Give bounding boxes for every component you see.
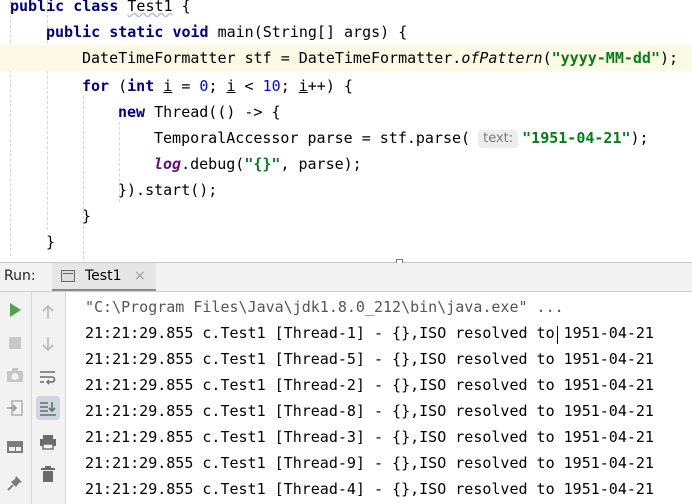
operator: = [280,49,290,67]
string-literal: "{}" [244,155,281,173]
soft-wrap-button[interactable] [36,365,60,389]
keyword: int [127,77,155,95]
print-icon [40,435,56,450]
keyword: void [172,23,209,41]
string-literal: "1951-04-21" [522,129,631,147]
operator: = [361,129,371,147]
method-call: stf.parse( [379,129,471,147]
console-log-line: 21:21:29.855 c.Test1 [Thread-2] - {},ISO… [85,376,654,394]
keyword: class [73,0,119,15]
console-output[interactable]: "C:\Program Files\Java\jdk1.8.0_212\bin\… [66,292,692,504]
variable: parse [307,129,353,147]
console-log-line: 21:21:29.855 c.Test1 [Thread-3] - {},ISO… [85,428,654,446]
operator: = [172,77,200,95]
up-button[interactable] [36,300,60,324]
restore-layout-button[interactable] [3,396,27,420]
console-log-line: 21:21:29.855 c.Test1 [Thread-8] - {},ISO… [85,402,654,420]
tab-label: Test1 [85,268,122,284]
code-line: }).start(); [118,177,692,203]
camera-icon [7,368,23,382]
login-icon [7,400,23,416]
run-actions-toolbar [0,292,32,504]
code-line: public class Test1 { [10,0,692,19]
method-call: .debug( [181,155,245,173]
brace: { [181,0,191,15]
paren: ( [542,49,552,67]
arrow-up-icon [42,304,54,319]
console-log-line: 21:21:29.855 c.Test1 [Thread-5] - {},ISO… [85,350,654,368]
keyword: public [46,23,101,41]
pin-icon [7,476,22,491]
keyword: static [109,23,164,41]
loop-variable: i [226,77,236,95]
pin-button[interactable] [3,472,27,496]
loop-variable: i [298,77,308,95]
run-label: Run: [4,268,36,284]
console-actions-toolbar [32,292,66,504]
layout-icon [7,441,23,453]
arrow-down-icon [42,337,54,352]
scroll-to-end-button[interactable] [36,396,60,420]
console-command-line: "C:\Program Files\Java\jdk1.8.0_212\bin\… [85,298,564,316]
console-log-line: 21:21:29.855 c.Test1 [Thread-4] - {},ISO… [85,480,654,498]
scroll-to-end-icon [40,402,56,416]
method-signature: main(String[] args) { [217,23,408,41]
code-line: public static void main(String[] args) { [46,19,692,45]
clear-all-button[interactable] [36,462,60,486]
print-button[interactable] [36,430,60,454]
down-button[interactable] [36,332,60,356]
static-method: ofPattern [461,49,543,67]
field-ref: log [154,155,182,173]
run-tab-test1[interactable]: Test1 × [52,263,156,291]
layout-button[interactable] [3,435,27,459]
rerun-icon [10,303,21,317]
console-log-line: 21:21:29.855 c.Test1 [Thread-9] - {},ISO… [85,454,654,472]
brace: } [82,207,92,225]
keyword: for [82,77,110,95]
class-name: Test1 [127,0,173,15]
code-line: } [46,229,692,255]
code-line: for (int i = 0; i < 10; i++) { [82,73,692,99]
code-line: new Thread(() -> { [118,99,692,125]
screenshot-button[interactable] [3,363,27,387]
text-cursor [557,326,558,344]
code-line-current: DateTimeFormatter stf = DateTimeFormatte… [0,45,692,71]
operator: < [235,77,263,95]
variable: stf [244,49,272,67]
loop-variable: i [163,77,173,95]
code-line: } [82,203,692,229]
string-literal: "yyyy-MM-dd" [551,49,660,67]
paren: ); [630,129,649,147]
constructor-call: Thread(() -> { [154,103,281,121]
arguments: , parse); [280,155,362,173]
close-icon[interactable]: × [134,268,146,284]
statement: }).start(); [118,181,218,199]
separator: ; [280,77,299,95]
console-log-line: 21:21:29.855 c.Test1 [Thread-1] - {},ISO… [85,324,654,342]
separator: ; [208,77,227,95]
soft-wrap-icon [40,371,56,385]
increment: ++) { [307,77,353,95]
run-config-icon [61,270,75,282]
class-ref: DateTimeFormatter. [298,49,462,67]
type-name: DateTimeFormatter [82,49,236,67]
trash-icon [41,466,55,482]
code-line: TemporalAccessor parse = stf.parse( text:… [154,125,692,151]
stop-button[interactable] [3,331,27,355]
rerun-button[interactable] [3,298,27,322]
brace: } [46,233,56,251]
parameter-hint: text: [478,130,519,148]
type-name: TemporalAccessor [154,129,299,147]
code-editor[interactable]: public class Test1 { public static void … [0,0,692,262]
run-tool-window-header: Run: Test1 × [0,263,692,292]
keyword: public [10,0,65,15]
stop-icon [9,337,21,349]
indent-guide [10,0,11,256]
number-literal: 10 [262,77,281,95]
keyword: new [118,103,146,121]
paren: ( [109,77,128,95]
paren: ); [660,49,679,67]
code-line: log.debug("{}", parse); [154,151,692,177]
